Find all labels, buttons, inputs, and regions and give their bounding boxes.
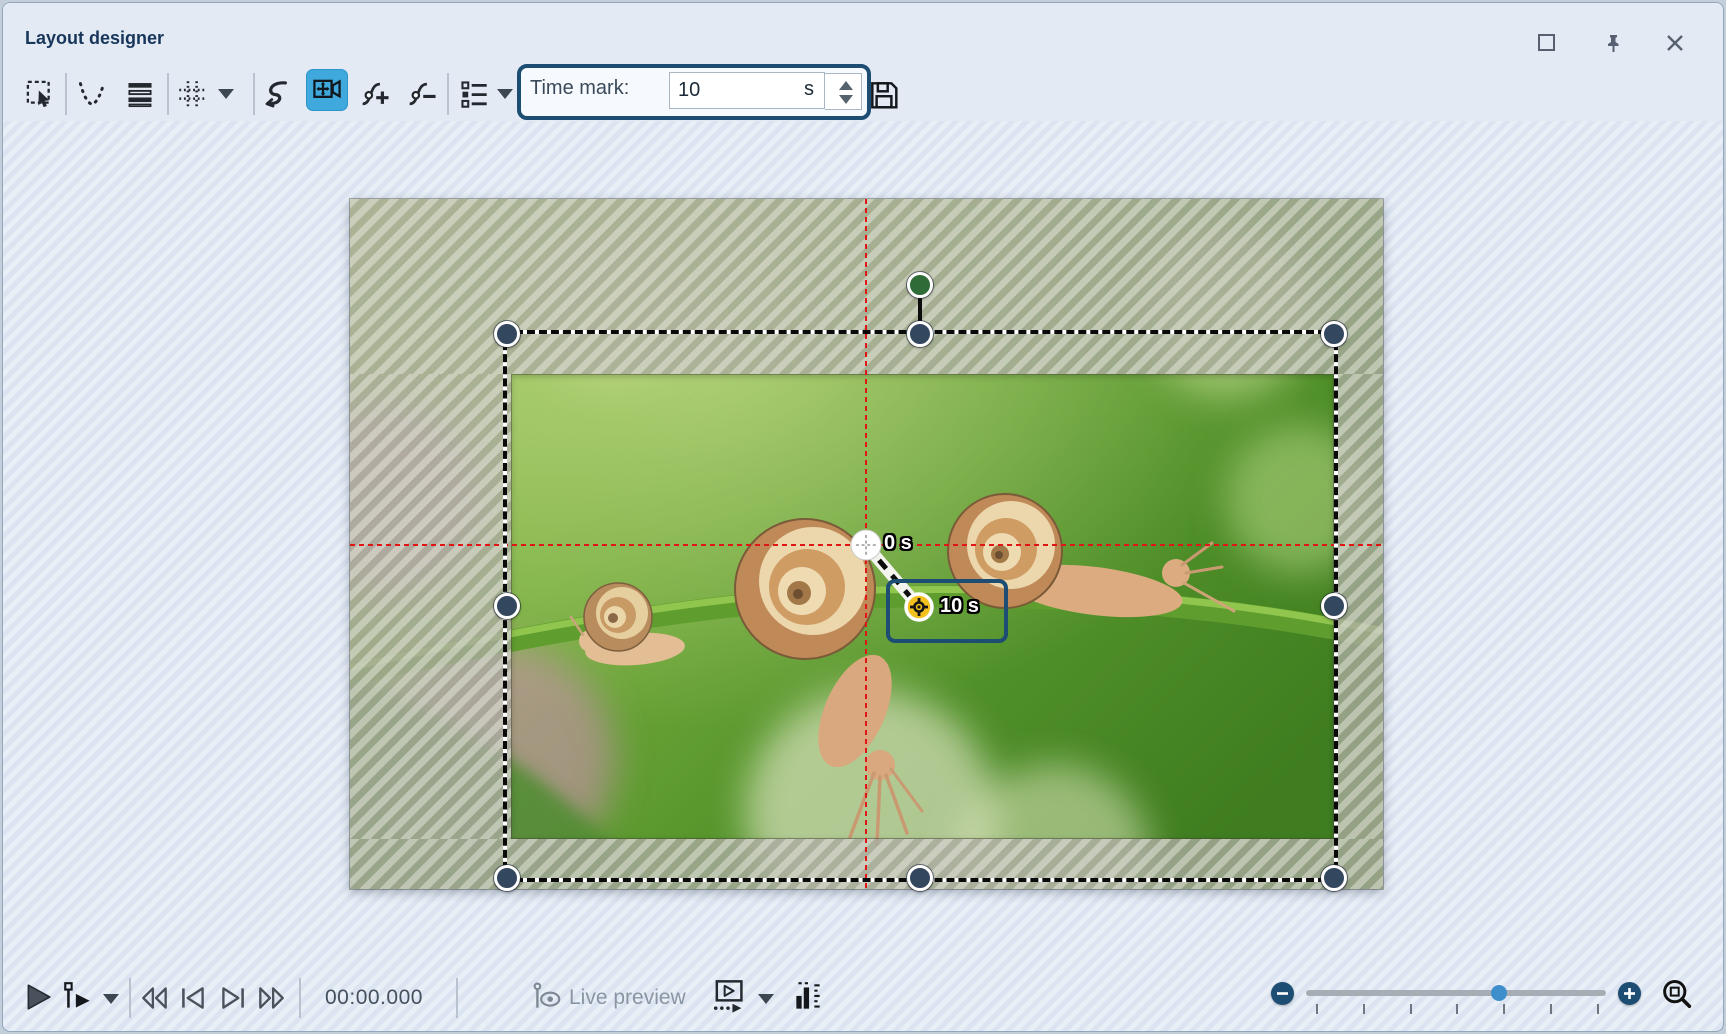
fast-forward-button[interactable] (255, 983, 287, 1013)
time-mark-spinner-bg (825, 73, 862, 110)
object-list-dropdown-arrow[interactable] (497, 89, 513, 99)
pin-button[interactable] (1599, 29, 1627, 57)
layout-designer-dialog: Layout designer (2, 2, 1724, 1032)
screen: Layout designer (0, 0, 1726, 1034)
add-curve-point-icon (359, 78, 391, 110)
arrange-layers-icon (125, 79, 155, 109)
zoom-tick (1363, 1004, 1365, 1014)
live-preview-label[interactable]: Live preview (569, 986, 686, 1010)
skip-to-start-icon (139, 983, 171, 1013)
timeline-levels-icon (791, 979, 825, 1015)
remove-curve-point-button[interactable] (405, 77, 439, 111)
zoom-tick (1456, 1004, 1458, 1014)
arrange-layers-button[interactable] (123, 77, 157, 111)
pin-icon (1602, 32, 1624, 54)
zoom-out-icon (1276, 987, 1289, 1000)
select-tool-icon (25, 79, 55, 109)
zoom-slider-track[interactable] (1306, 990, 1606, 996)
skip-to-start-button[interactable] (139, 983, 171, 1013)
maximize-button[interactable] (1533, 29, 1561, 57)
maximize-icon (1536, 32, 1558, 54)
zoom-in-button[interactable] (1618, 982, 1641, 1005)
grid-dropdown-arrow[interactable] (218, 89, 234, 99)
toolbar-separator (167, 73, 169, 115)
grid-button[interactable] (175, 77, 209, 111)
toolbar-separator (253, 73, 255, 115)
time-mark-label: Time mark: (530, 77, 629, 100)
camera-pan-tool-button[interactable] (306, 69, 348, 111)
motion-curve-button[interactable] (261, 77, 295, 111)
play-button[interactable] (23, 982, 53, 1012)
zoom-fit-button[interactable] (1659, 977, 1695, 1013)
handle-bottom-center[interactable] (907, 865, 933, 891)
motion-curve-icon (262, 78, 294, 110)
fast-forward-icon (255, 983, 287, 1013)
time-mark-spin-down[interactable] (839, 95, 853, 104)
timecode: 00:00.000 (325, 986, 423, 1010)
save-icon (868, 79, 900, 111)
next-object-icon (217, 983, 249, 1013)
timeline-levels-button[interactable] (791, 979, 825, 1015)
zoom-slider-thumb[interactable] (1491, 985, 1507, 1001)
toolbar-separator (447, 73, 449, 115)
handle-middle-left[interactable] (494, 593, 520, 619)
zoom-out-button[interactable] (1271, 982, 1294, 1005)
handle-top-right[interactable] (1321, 321, 1347, 347)
canvas-image[interactable]: 0 s 10 s (350, 199, 1383, 889)
zoom-tick (1410, 1004, 1412, 1014)
close-button[interactable] (1661, 29, 1689, 57)
transport-separator (129, 978, 131, 1018)
add-curve-point-button[interactable] (358, 77, 392, 111)
time-mark-unit: s (796, 78, 822, 101)
play-icon (23, 982, 53, 1012)
play-options-dropdown-arrow[interactable] (103, 994, 119, 1004)
handle-bottom-right[interactable] (1321, 865, 1347, 891)
rotation-handle[interactable] (907, 272, 933, 298)
path-points-icon (77, 79, 107, 109)
zoom-tick (1503, 1004, 1505, 1014)
zoom-fit-icon (1659, 977, 1695, 1013)
zoom-tick (1550, 1004, 1552, 1014)
previous-object-button[interactable] (177, 983, 209, 1013)
marker-10s-label: 10 s (940, 595, 979, 618)
handle-top-left[interactable] (494, 321, 520, 347)
save-button[interactable] (867, 78, 901, 112)
time-mark-spin-up[interactable] (839, 81, 853, 90)
grid-icon (177, 79, 207, 109)
next-object-button[interactable] (217, 983, 249, 1013)
preview-window-icon (709, 978, 747, 1016)
preview-window-dropdown-arrow[interactable] (758, 994, 774, 1004)
path-points-tool-button[interactable] (75, 77, 109, 111)
transport-separator (456, 978, 458, 1018)
rotation-handle-stem (918, 294, 922, 324)
preview-window-button[interactable] (709, 978, 747, 1016)
handle-middle-right[interactable] (1321, 593, 1347, 619)
play-from-position-button[interactable] (61, 980, 95, 1014)
live-preview-icon (531, 981, 563, 1013)
zoom-tick (1316, 1004, 1318, 1014)
camera-pan-icon (311, 74, 343, 106)
toolbar-separator (65, 73, 67, 115)
zoom-tick (1597, 1004, 1599, 1014)
play-from-position-icon (61, 980, 95, 1014)
remove-curve-point-icon (406, 78, 438, 110)
object-list-icon (459, 79, 489, 109)
close-icon (1664, 32, 1686, 54)
handle-bottom-left[interactable] (494, 865, 520, 891)
object-list-button[interactable] (457, 77, 491, 111)
mask-left (350, 374, 511, 839)
previous-object-icon (177, 983, 209, 1013)
handle-top-center[interactable] (907, 321, 933, 347)
marker-0s-label: 0 s (884, 532, 912, 555)
zoom-in-icon (1623, 987, 1636, 1000)
transport-separator (299, 978, 301, 1018)
live-preview-toggle[interactable] (531, 981, 563, 1013)
select-tool-button[interactable] (23, 77, 57, 111)
dialog-title: Layout designer (25, 28, 164, 49)
